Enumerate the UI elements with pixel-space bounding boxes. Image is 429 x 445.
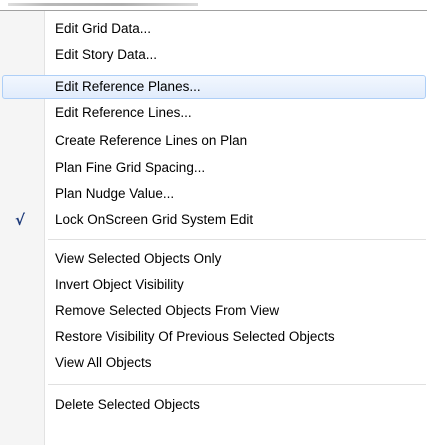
menu-shadow-stub (8, 3, 198, 6)
menu-item-label: View All Objects (55, 355, 152, 370)
menu-item-label: View Selected Objects Only (55, 251, 222, 266)
menu-item-edit-reference-lines[interactable]: Edit Reference Lines... (0, 101, 427, 125)
menu-item-view-selected-objects-only[interactable]: View Selected Objects Only (0, 247, 427, 271)
menu-item-lock-onscreen-grid-system-edit[interactable]: √ Lock OnScreen Grid System Edit (0, 208, 427, 232)
menu-item-edit-grid-data[interactable]: Edit Grid Data... (0, 17, 427, 41)
menu-right-border (427, 0, 428, 445)
menu-item-label: Restore Visibility Of Previous Selected … (55, 329, 335, 344)
menu-item-edit-reference-planes[interactable]: Edit Reference Planes... (0, 75, 427, 99)
menu-item-label: Edit Reference Planes... (55, 79, 201, 94)
menu-item-label: Edit Grid Data... (55, 21, 152, 36)
menu-item-label: Delete Selected Objects (55, 397, 200, 412)
checkmark-icon: √ (14, 211, 25, 229)
menu-item-plan-nudge-value[interactable]: Plan Nudge Value... (0, 182, 427, 206)
menu-item-label: Lock OnScreen Grid System Edit (55, 212, 254, 227)
menu-item-label: Plan Fine Grid Spacing... (55, 160, 206, 175)
menu-item-plan-fine-grid-spacing[interactable]: Plan Fine Grid Spacing... (0, 156, 427, 180)
menu-item-delete-selected-objects[interactable]: Delete Selected Objects (0, 393, 427, 417)
menu-item-label: Edit Reference Lines... (55, 105, 192, 120)
menu-item-label: Create Reference Lines on Plan (55, 133, 248, 148)
menu-item-invert-object-visibility[interactable]: Invert Object Visibility (0, 273, 427, 297)
context-menu: Edit Grid Data... Edit Story Data... Edi… (0, 0, 429, 445)
menu-separator (48, 384, 426, 386)
menu-top-edge (0, 0, 427, 11)
menu-item-label: Plan Nudge Value... (55, 186, 175, 201)
menu-item-view-all-objects[interactable]: View All Objects (0, 351, 427, 375)
menu-item-create-reference-lines-on-plan[interactable]: Create Reference Lines on Plan (0, 129, 427, 153)
menu-separator (48, 239, 426, 241)
menu-item-restore-visibility-of-previous-selected-objects[interactable]: Restore Visibility Of Previous Selected … (0, 325, 427, 349)
menu-item-label: Invert Object Visibility (55, 277, 184, 292)
menu-item-edit-story-data[interactable]: Edit Story Data... (0, 43, 427, 67)
menu-item-label: Edit Story Data... (55, 47, 158, 62)
menu-item-label: Remove Selected Objects From View (55, 303, 280, 318)
menu-item-remove-selected-objects-from-view[interactable]: Remove Selected Objects From View (0, 299, 427, 323)
